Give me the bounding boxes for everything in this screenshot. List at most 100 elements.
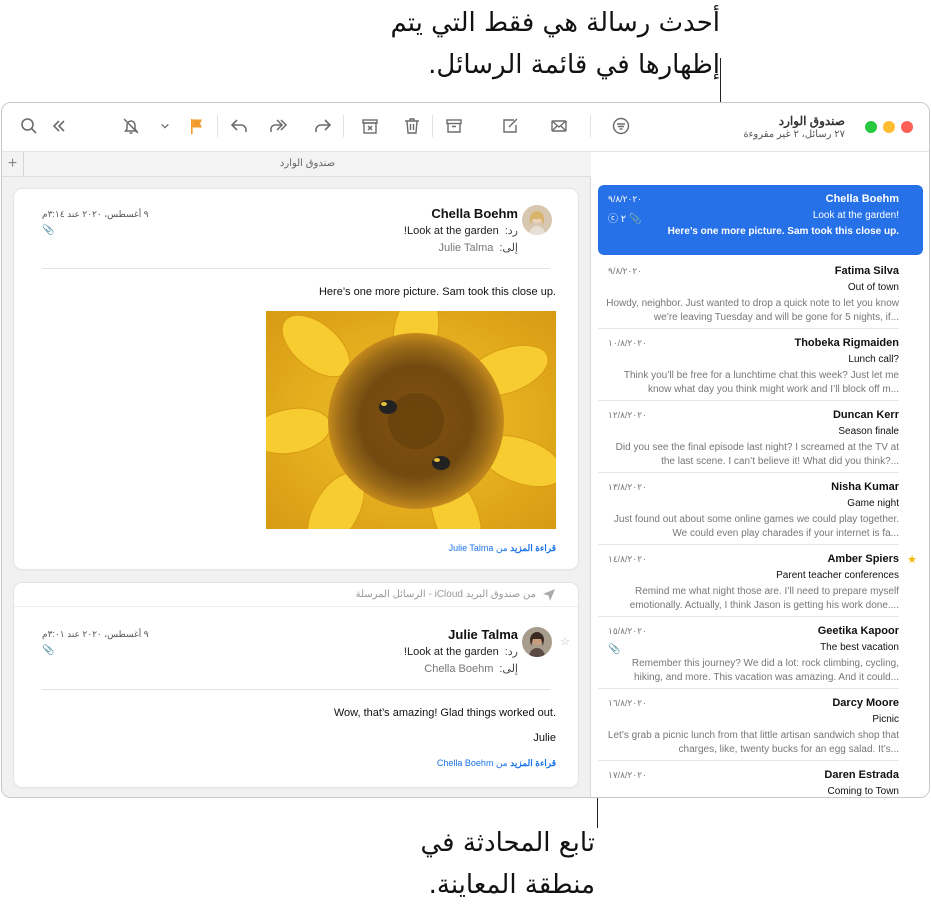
item-date: ١٠/٨/٢٠٢٠ [608, 338, 647, 348]
paperclip-icon: 📎 [628, 214, 642, 225]
item-date: ١٥/٨/٢٠٢٠ [608, 626, 647, 636]
item-preview: Remember this journey? We did a lot: roc… [631, 658, 899, 683]
preview-pane: Chella Boehm رد: Look at the garden! إلى:… [2, 177, 591, 797]
paperclip-icon[interactable]: 📎 [42, 225, 54, 236]
item-date: ١٤/٨/٢٠٢٠ [608, 554, 647, 564]
subject-row: رد: Look at the garden! [404, 645, 518, 658]
item-date: ١٢/٨/٢٠٢٠ [608, 410, 647, 420]
avatar [522, 205, 552, 235]
item-subject: Picnic [872, 714, 899, 725]
search-icon[interactable] [18, 115, 40, 137]
item-date: ١٣/٨/٢٠٢٠ [608, 482, 647, 492]
conversation-message-card[interactable]: Chella Boehm رد: Look at the garden! إلى:… [14, 189, 578, 569]
chevron-double-left-icon[interactable] [48, 115, 70, 137]
item-date: ٩/٨/٢٠٢٠ [608, 266, 643, 276]
recipient-row: إلى: Chella Boehm [424, 662, 518, 675]
trash-icon[interactable] [401, 115, 423, 137]
read-more-from: من Julie Talma [448, 543, 508, 553]
item-subject: Parent teacher conferences [776, 570, 899, 581]
item-subject: Game night [847, 498, 899, 509]
item-sender: Nisha Kumar [831, 481, 899, 493]
message-list-item[interactable]: Geetika Kapoor ١٥/٨/٢٠٢٠ 📎 The best vaca… [598, 617, 923, 689]
forward-icon[interactable] [312, 115, 334, 137]
tab-inbox[interactable]: صندوق الوارد [24, 158, 591, 169]
read-more-link[interactable]: قراءة المزيد من Julie Talma [449, 543, 556, 554]
paper-plane-icon [542, 588, 556, 602]
archive-icon[interactable] [443, 115, 465, 137]
item-sender: Amber Spiers [827, 553, 899, 565]
toolbar-separator [217, 115, 218, 137]
thread-count: ٢ [620, 214, 627, 225]
item-preview: Let’s grab a picnic lunch from that litt… [607, 730, 899, 755]
message-list: Chella Boehm ٩/٨/٢٠٢٠ Look at the garden… [592, 177, 929, 797]
read-more-label: قراءة المزيد [510, 758, 556, 768]
item-sender: Daren Estrada [824, 769, 899, 781]
chevron-down-icon[interactable] [159, 115, 171, 137]
to-label: إلى: [499, 242, 518, 254]
message-list-item[interactable]: Daren Estrada ١٧/٨/٢٠٢٠ Coming to Town [598, 761, 923, 797]
callout-latest-message: أحدث رسالة هي فقط التي يتم إظهارها في قا… [390, 8, 720, 80]
item-subject: Season finale [838, 426, 899, 437]
mailbox-status: ٢٧ رسائل، ٢ غير مقروءة [743, 129, 845, 140]
item-subject: The best vacation [820, 642, 899, 653]
message-list-header [591, 151, 929, 177]
mailbox-source-header: من صندوق البريد iCloud - الرسائل المرسلة [14, 583, 578, 607]
header-divider [42, 268, 550, 269]
sunflower-photo[interactable] [266, 311, 556, 529]
conversation-message-card[interactable]: من صندوق البريد iCloud - الرسائل المرسلة… [14, 583, 578, 787]
toolbar-separator [343, 115, 344, 137]
avatar [522, 627, 552, 657]
envelope-icon[interactable] [548, 115, 570, 137]
item-sender: Darcy Moore [832, 697, 899, 709]
item-date: ١٧/٨/٢٠٢٠ [608, 770, 647, 780]
item-date: ١٦/٨/٢٠٢٠ [608, 698, 647, 708]
message-list-item[interactable]: Thobeka Rigmaiden ١٠/٨/٢٠٢٠ Lunch call? … [598, 329, 923, 401]
toolbar-separator [590, 115, 591, 137]
tab-bar: + صندوق الوارد [2, 151, 591, 177]
reply-icon[interactable] [228, 115, 250, 137]
message-list-item-selected[interactable]: Chella Boehm ٩/٨/٢٠٢٠ Look at the garden… [598, 185, 923, 255]
paperclip-icon[interactable]: 📎 [42, 645, 54, 656]
item-preview: Just found out about some online games w… [613, 514, 899, 539]
compose-icon[interactable] [499, 115, 521, 137]
message-date: ٩ أغسطس، ٢٠٢٠ عند ٣:٠١م [42, 629, 149, 639]
subject: Look at the garden! [403, 646, 499, 658]
item-sender: Duncan Kerr [832, 409, 899, 421]
mail-window: صندوق الوارد ٢٧ رسائل، ٢ غير مقروءة + صن… [1, 102, 930, 798]
item-sender: Chella Boehm [825, 193, 899, 205]
item-preview: Think you’ll be free for a lunchtime cha… [623, 370, 899, 395]
toolbar: صندوق الوارد ٢٧ رسائل، ٢ غير مقروءة [2, 103, 929, 151]
item-preview: Did you see the final episode last night… [615, 442, 899, 467]
star-icon[interactable]: ★ [907, 553, 917, 566]
flag-icon[interactable] [186, 115, 208, 137]
reply-label: رد: [504, 646, 518, 658]
minimize-button[interactable] [883, 121, 895, 133]
archive-junk-icon[interactable] [359, 115, 381, 137]
add-tab-button[interactable]: + [2, 152, 24, 176]
close-button[interactable] [901, 121, 913, 133]
item-preview: Remind me what night those are. I’ll nee… [629, 586, 899, 611]
item-sender: Fatima Silva [834, 265, 899, 277]
recipient[interactable]: Chella Boehm [424, 663, 493, 675]
paperclip-icon: 📎 [608, 644, 621, 655]
item-subject: Out of town [847, 282, 899, 293]
message-date: ٩ أغسطس، ٢٠٢٠ عند ٣:١٤م [42, 209, 149, 219]
thread-meta: ⓒ ٢ 📎 [608, 210, 641, 225]
star-icon[interactable]: ☆ [560, 635, 570, 648]
item-subject: Look at the garden! [812, 210, 899, 221]
zoom-button[interactable] [865, 121, 877, 133]
message-list-item[interactable]: Nisha Kumar ١٣/٨/٢٠٢٠ Game night Just fo… [598, 473, 923, 545]
message-list-item[interactable]: Darcy Moore ١٦/٨/٢٠٢٠ Picnic Let’s grab … [598, 689, 923, 761]
message-list-item[interactable]: Duncan Kerr ١٢/٨/٢٠٢٠ Season finale Did … [598, 401, 923, 473]
message-body: Here’s one more picture. Sam took this c… [318, 286, 556, 298]
item-subject: Coming to Town [827, 786, 899, 797]
message-list-item[interactable]: ★ Amber Spiers ١٤/٨/٢٠٢٠ Parent teacher … [598, 545, 923, 617]
recipient[interactable]: Julie Talma [439, 242, 494, 254]
bell-slash-icon[interactable] [120, 115, 142, 137]
reply-all-icon[interactable] [268, 115, 290, 137]
message-list-item[interactable]: Fatima Silva ٩/٨/٢٠٢٠ Out of town Howdy,… [598, 257, 923, 329]
item-preview: Howdy, neighbor. Just wanted to drop a q… [606, 298, 899, 323]
read-more-link[interactable]: قراءة المزيد من Chella Boehm [437, 758, 556, 769]
item-sender: Thobeka Rigmaiden [794, 337, 899, 349]
filter-icon[interactable] [610, 115, 632, 137]
